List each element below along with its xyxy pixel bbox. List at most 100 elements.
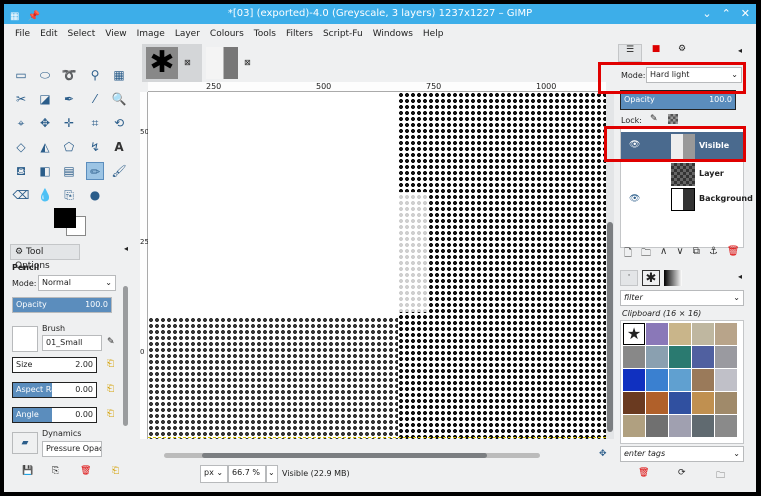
pattern-swatch[interactable] xyxy=(715,415,737,437)
smudge-icon[interactable]: 💧 xyxy=(36,186,54,204)
minimize-icon[interactable]: ⌄ xyxy=(702,4,711,24)
menu-edit[interactable]: Edit xyxy=(35,26,62,42)
align-icon[interactable]: ✛ xyxy=(60,114,78,132)
menu-filters[interactable]: Filters xyxy=(281,26,318,42)
pattern-swatch[interactable] xyxy=(692,415,714,437)
ellipse-select-icon[interactable]: ⬭ xyxy=(36,66,54,84)
panel-menu-icon[interactable]: ◂ xyxy=(124,244,128,253)
layer-row[interactable]: 👁 Background xyxy=(621,187,753,212)
pattern-swatch[interactable] xyxy=(692,346,714,368)
color-picker-icon[interactable]: ⁄ xyxy=(86,90,104,108)
crop-icon[interactable]: ⌗ xyxy=(86,114,104,132)
edit-brush-icon[interactable]: ✎ xyxy=(107,337,115,347)
new-group-icon[interactable]: 🗀 xyxy=(641,246,651,263)
pattern-swatch[interactable] xyxy=(646,415,668,437)
image-tab-photo[interactable]: ⊠ xyxy=(202,44,262,82)
panel-menu-icon[interactable]: ◂ xyxy=(738,46,742,55)
delete-pattern-icon[interactable]: 🗑 xyxy=(638,468,649,478)
anchor-icon[interactable]: ⚓ xyxy=(709,246,718,263)
pattern-swatch[interactable] xyxy=(646,323,668,345)
reset-aspect-icon[interactable]: ⎗ xyxy=(107,384,114,394)
pattern-swatch[interactable]: ★ xyxy=(623,323,645,345)
pattern-swatch[interactable] xyxy=(715,323,737,345)
tab-gradients[interactable] xyxy=(664,270,682,286)
panel-menu-icon[interactable]: ◂ xyxy=(738,272,742,281)
image-tab-brush[interactable]: ✱ ⊠ xyxy=(142,44,202,82)
zoom-dropdown[interactable]: ⌄ xyxy=(266,465,278,483)
save-options-icon[interactable]: 💾 xyxy=(22,466,33,476)
close-icon[interactable]: ✕ xyxy=(741,4,750,24)
perspective-icon[interactable]: ◇ xyxy=(12,138,30,156)
pattern-swatch[interactable] xyxy=(669,346,691,368)
close-tab-icon[interactable]: ⊠ xyxy=(184,58,191,67)
text-icon[interactable]: A xyxy=(110,138,128,156)
rect-select-icon[interactable]: ▭ xyxy=(12,66,30,84)
pattern-swatch[interactable] xyxy=(692,392,714,414)
tab-tool-options[interactable]: ⚙ Tool Options xyxy=(10,244,80,271)
horizontal-scrollbar[interactable] xyxy=(164,453,540,458)
pattern-grid[interactable]: ★ xyxy=(620,320,744,444)
close-tab-icon[interactable]: ⊠ xyxy=(244,58,251,67)
tags-input[interactable]: enter tags ⌄ xyxy=(620,446,744,462)
brush-preview[interactable] xyxy=(12,326,38,352)
pattern-swatch[interactable] xyxy=(646,369,668,391)
pattern-swatch[interactable] xyxy=(715,346,737,368)
delete-layer-icon[interactable]: 🗑 xyxy=(727,246,740,263)
pattern-swatch[interactable] xyxy=(692,369,714,391)
gradient-icon[interactable]: ▤ xyxy=(60,162,78,180)
delete-options-icon[interactable]: 🗑 xyxy=(80,466,91,476)
measure-icon[interactable]: ⌖ xyxy=(12,114,30,132)
color-select-icon[interactable]: ▦ xyxy=(110,66,128,84)
size-slider[interactable]: Size 2.00 xyxy=(12,357,97,373)
tab-channels[interactable]: ■ xyxy=(644,44,668,62)
menu-view[interactable]: View xyxy=(100,26,131,42)
dynamics-icon[interactable]: ▰ xyxy=(12,432,38,454)
pattern-swatch[interactable] xyxy=(669,369,691,391)
visibility-eye-icon[interactable]: 👁 xyxy=(629,194,640,204)
pattern-swatch[interactable] xyxy=(623,369,645,391)
transform-icon[interactable]: ⟲ xyxy=(110,114,128,132)
eraser-icon[interactable]: ⌫ xyxy=(12,186,30,204)
pattern-swatch[interactable] xyxy=(715,392,737,414)
raise-layer-icon[interactable]: ∧ xyxy=(660,246,667,263)
angle-slider[interactable]: Angle 0.00 xyxy=(12,407,97,423)
duplicate-layer-icon[interactable]: ⧉ xyxy=(693,246,700,263)
tab-brushes[interactable]: · xyxy=(620,270,638,286)
pattern-swatch[interactable] xyxy=(646,346,668,368)
new-layer-icon[interactable]: 🗋 xyxy=(624,246,632,263)
paths-icon[interactable]: ✒ xyxy=(60,90,78,108)
menu-image[interactable]: Image xyxy=(132,26,170,42)
pattern-swatch[interactable] xyxy=(692,323,714,345)
pin-icon[interactable]: 📌 xyxy=(27,7,39,27)
mode-select[interactable]: Normal ⌄ xyxy=(38,275,116,291)
bucket-fill-icon[interactable]: ⛾ xyxy=(12,162,30,180)
pencil-icon[interactable]: ✏ xyxy=(86,162,104,180)
menu-windows[interactable]: Windows xyxy=(368,26,418,42)
lasso-icon[interactable]: ➰ xyxy=(60,66,78,84)
image-canvas[interactable] xyxy=(148,92,606,439)
dodge-burn-icon[interactable]: ● xyxy=(86,186,104,204)
pattern-swatch[interactable] xyxy=(715,369,737,391)
refresh-icon[interactable]: ⟳ xyxy=(678,468,686,478)
layer-row[interactable]: Layer xyxy=(621,162,743,187)
pattern-swatch[interactable] xyxy=(669,392,691,414)
menu-file[interactable]: File xyxy=(10,26,35,42)
lock-paint-icon[interactable]: ✎ xyxy=(650,114,658,124)
tab-patterns[interactable]: ✱ xyxy=(642,270,660,286)
reset-options-icon[interactable]: ⎗ xyxy=(112,466,119,476)
reset-size-icon[interactable]: ⎗ xyxy=(107,359,114,369)
restore-options-icon[interactable]: ⎘ xyxy=(52,466,59,476)
pattern-swatch[interactable] xyxy=(646,392,668,414)
zoom-field[interactable]: 66.7 % xyxy=(228,465,266,483)
reset-angle-icon[interactable]: ⎗ xyxy=(107,409,114,419)
zoom-icon[interactable]: 🔍 xyxy=(110,90,128,108)
pattern-swatch[interactable] xyxy=(623,392,645,414)
tab-layers[interactable]: ☰ xyxy=(618,44,642,62)
opacity-slider[interactable]: Opacity 100.0 xyxy=(12,297,112,313)
pattern-swatch[interactable] xyxy=(669,323,691,345)
menu-tools[interactable]: Tools xyxy=(249,26,281,42)
brush-filter-input[interactable]: filter ⌄ xyxy=(620,290,744,306)
navigate-icon[interactable]: ✥ xyxy=(599,449,607,459)
aspect-ratio-slider[interactable]: Aspect Ratio 0.00 xyxy=(12,382,97,398)
clone-icon[interactable]: ⎘ xyxy=(60,186,78,204)
